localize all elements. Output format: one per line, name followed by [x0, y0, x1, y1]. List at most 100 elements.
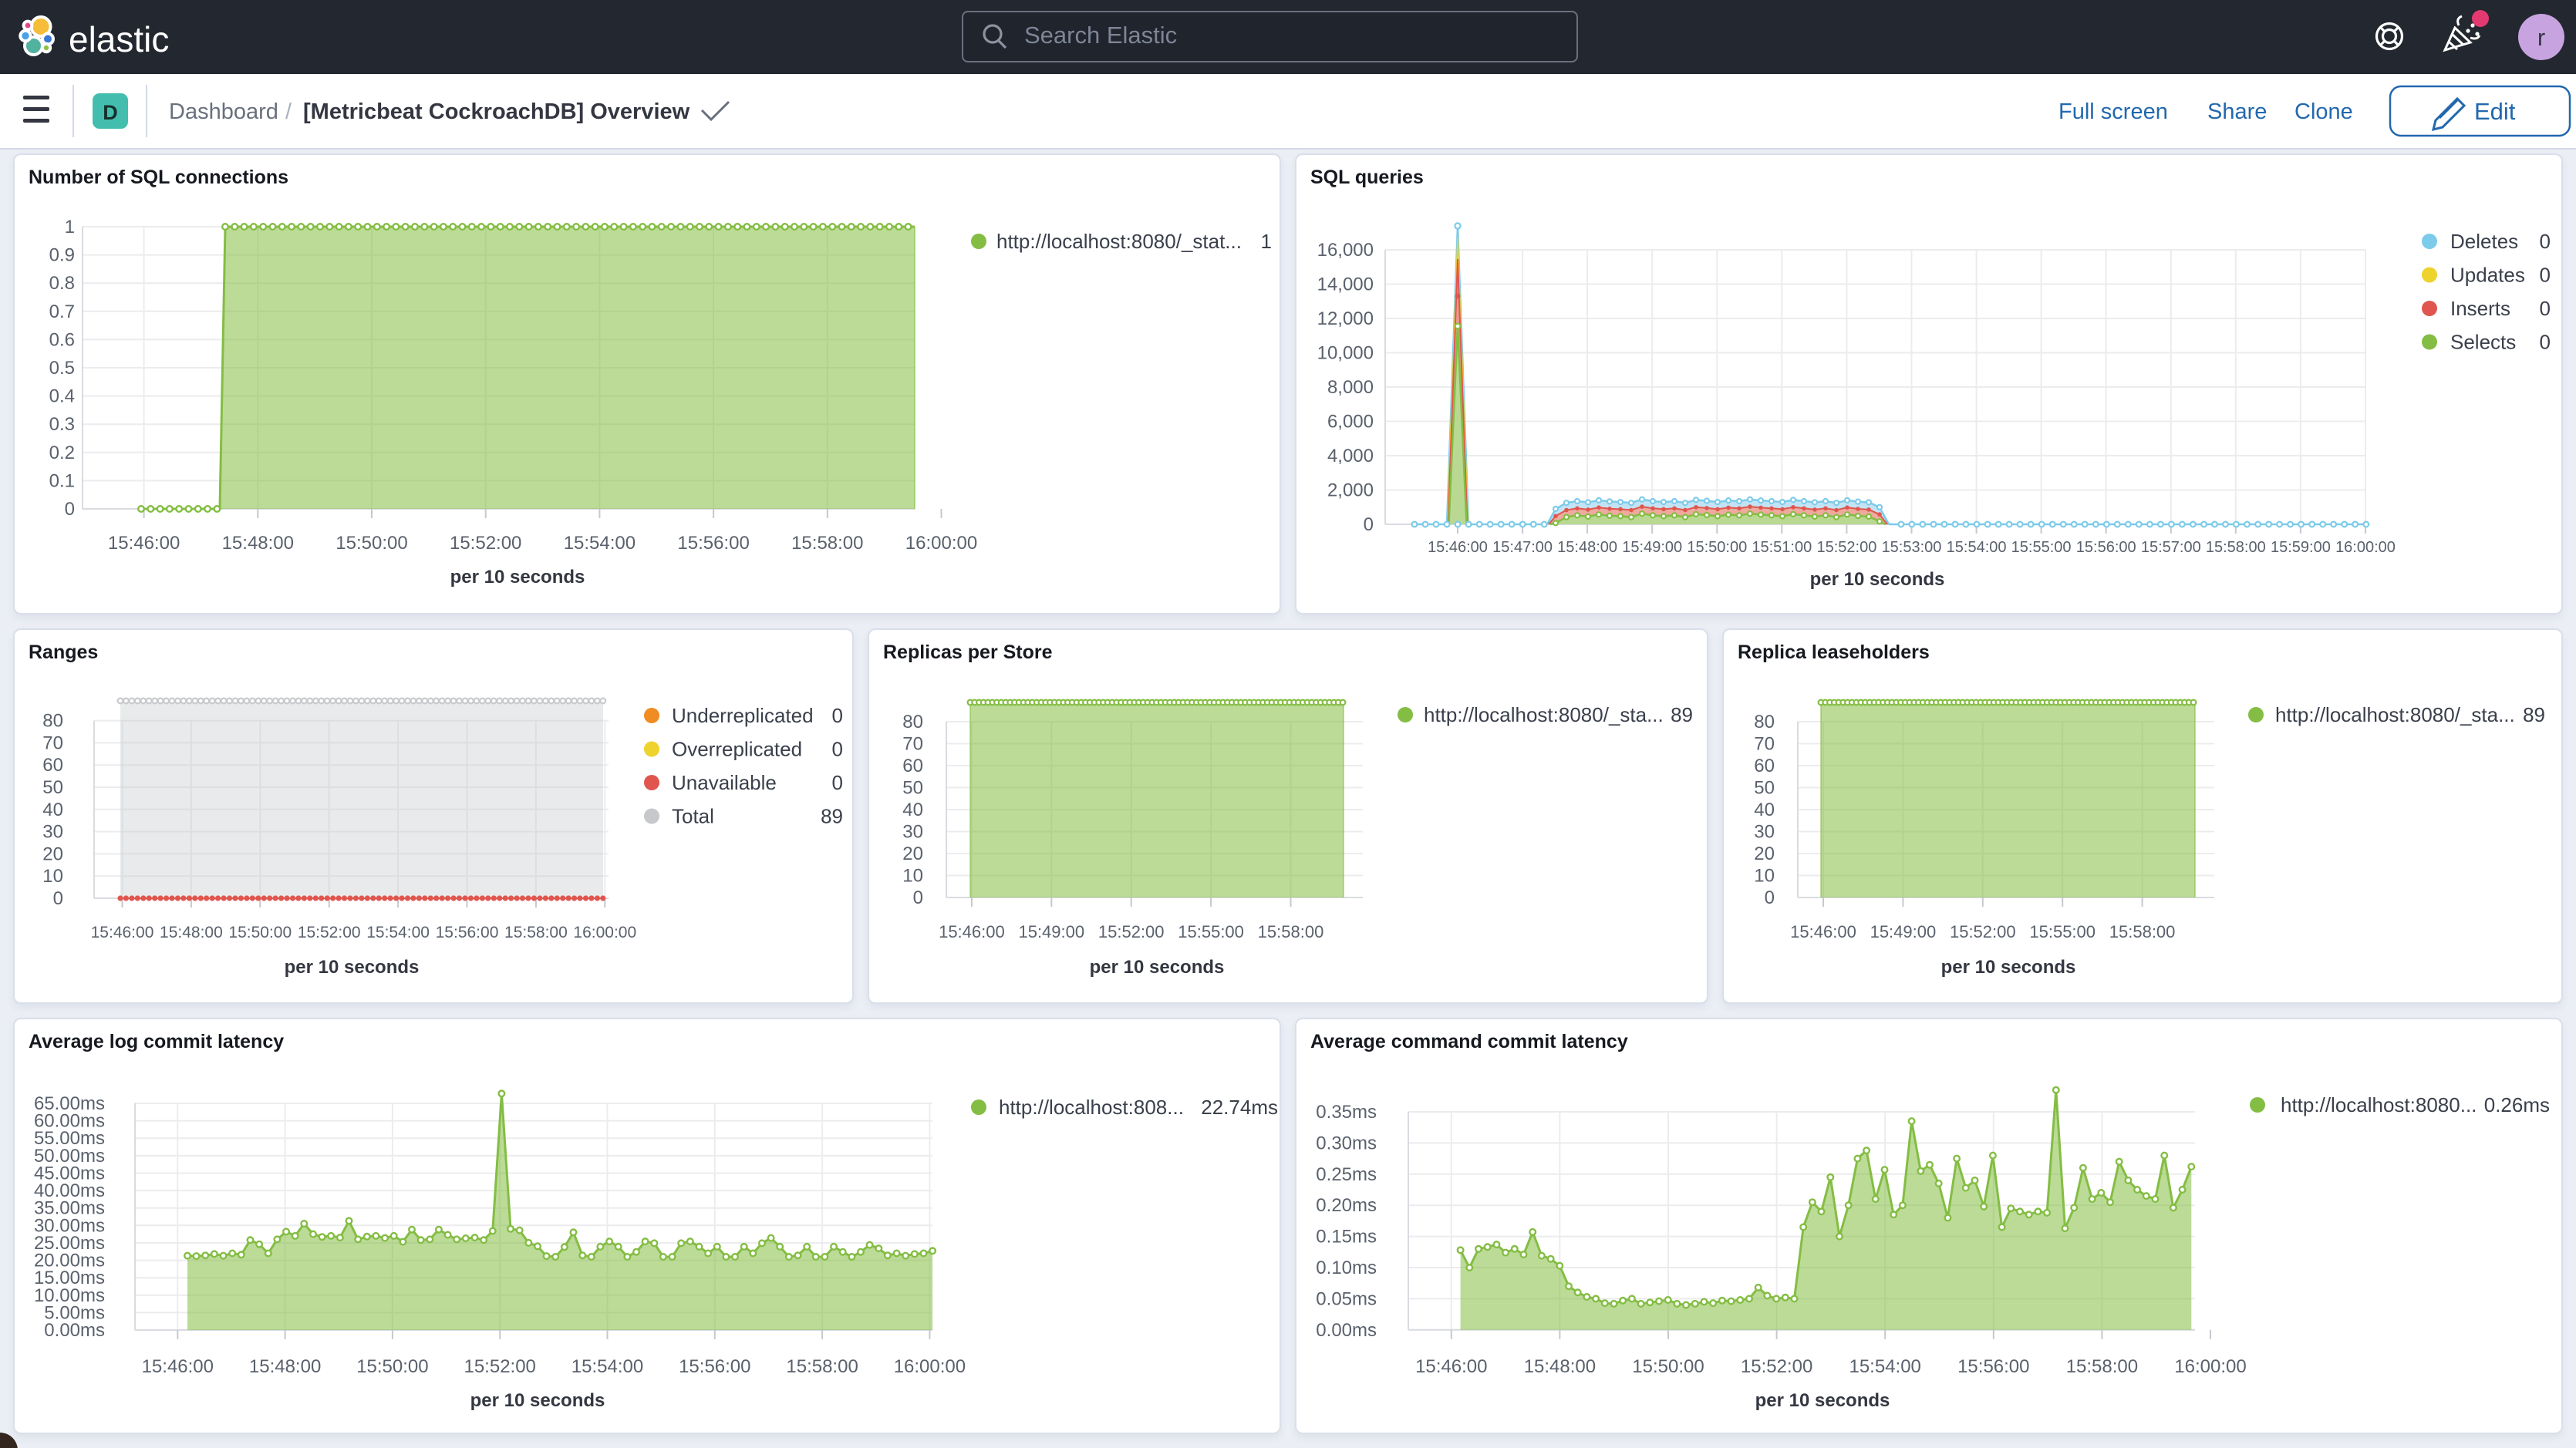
svg-text:15:52:00: 15:52:00 — [1741, 1356, 1812, 1377]
svg-text:89: 89 — [1671, 703, 1693, 726]
svg-text:15:52:00: 15:52:00 — [450, 533, 521, 554]
svg-text:30: 30 — [1754, 822, 1775, 843]
svg-text:D: D — [103, 101, 118, 124]
svg-text:0: 0 — [2540, 331, 2551, 354]
svg-text:15:46:00: 15:46:00 — [1790, 922, 1856, 941]
svg-text:0.35ms: 0.35ms — [1316, 1102, 1377, 1123]
svg-text:15:58:00: 15:58:00 — [791, 533, 863, 554]
svg-text:50: 50 — [42, 777, 63, 798]
svg-text:20: 20 — [902, 844, 923, 864]
svg-text:60: 60 — [42, 755, 63, 776]
svg-text:0.5: 0.5 — [49, 358, 75, 379]
svg-text:0: 0 — [2540, 230, 2551, 253]
svg-text:0.20ms: 0.20ms — [1316, 1195, 1377, 1216]
svg-text:4,000: 4,000 — [1327, 446, 1374, 466]
svg-text:0: 0 — [832, 771, 843, 794]
svg-text:15:52:00: 15:52:00 — [1950, 922, 2016, 941]
svg-text:0.00ms: 0.00ms — [44, 1320, 105, 1341]
svg-text:Ranges: Ranges — [29, 641, 98, 663]
svg-text:15:49:00: 15:49:00 — [1622, 539, 1682, 556]
svg-text:20: 20 — [42, 844, 63, 864]
svg-text:Underreplicated: Underreplicated — [672, 704, 814, 727]
svg-text:15:50:00: 15:50:00 — [356, 1356, 428, 1377]
svg-text:15:50:00: 15:50:00 — [1687, 539, 1747, 556]
svg-text:0: 0 — [832, 738, 843, 761]
svg-text:Average command commit latency: Average command commit latency — [1310, 1031, 1628, 1052]
svg-text:0.1: 0.1 — [49, 470, 75, 491]
svg-text:80: 80 — [1754, 712, 1775, 732]
svg-text:89: 89 — [2523, 703, 2545, 726]
svg-text:Search Elastic: Search Elastic — [1024, 22, 1177, 49]
svg-text:0: 0 — [1765, 887, 1775, 908]
svg-text:Deletes: Deletes — [2450, 230, 2518, 253]
svg-text:Clone: Clone — [2294, 99, 2353, 124]
svg-text:Unavailable: Unavailable — [672, 771, 777, 794]
svg-text:10: 10 — [902, 866, 923, 887]
svg-text:8,000: 8,000 — [1327, 377, 1374, 398]
svg-text:SQL queries: SQL queries — [1310, 167, 1424, 188]
svg-text:15:53:00: 15:53:00 — [1882, 539, 1942, 556]
svg-text:Overreplicated: Overreplicated — [672, 738, 802, 761]
svg-text:2,000: 2,000 — [1327, 480, 1374, 501]
svg-text:15:48:00: 15:48:00 — [1524, 1356, 1596, 1377]
svg-text:16:00:00: 16:00:00 — [573, 924, 636, 941]
svg-text:1: 1 — [65, 217, 75, 237]
svg-text:22.74ms: 22.74ms — [1201, 1096, 1278, 1119]
svg-text:15:52:00: 15:52:00 — [298, 924, 361, 941]
svg-text:60: 60 — [902, 756, 923, 776]
svg-text:15:56:00: 15:56:00 — [2076, 539, 2136, 556]
svg-text:Replicas per Store: Replicas per Store — [883, 641, 1053, 663]
svg-text:Number of SQL connections: Number of SQL connections — [29, 167, 288, 188]
svg-text:70: 70 — [42, 732, 63, 753]
svg-text:15:55:00: 15:55:00 — [2011, 539, 2072, 556]
svg-text:15:46:00: 15:46:00 — [108, 533, 180, 554]
svg-text:Selects: Selects — [2450, 331, 2516, 354]
svg-text:15:51:00: 15:51:00 — [1752, 539, 1812, 556]
svg-text:30: 30 — [42, 822, 63, 843]
svg-text:15:55:00: 15:55:00 — [1178, 922, 1244, 941]
svg-text:15:50:00: 15:50:00 — [228, 924, 292, 941]
svg-text:0: 0 — [832, 704, 843, 727]
svg-text:per 10 seconds: per 10 seconds — [285, 957, 420, 978]
svg-text:0.3: 0.3 — [49, 414, 75, 435]
svg-text:15:58:00: 15:58:00 — [2066, 1356, 2138, 1377]
svg-text:15:46:00: 15:46:00 — [1415, 1356, 1487, 1377]
svg-text:per 10 seconds: per 10 seconds — [1810, 569, 1945, 590]
svg-text:15:56:00: 15:56:00 — [679, 1356, 750, 1377]
svg-text:89: 89 — [821, 805, 843, 828]
svg-text:15:56:00: 15:56:00 — [677, 533, 749, 554]
svg-text:14,000: 14,000 — [1317, 274, 1374, 295]
svg-text:http://localhost:8080/_sta...: http://localhost:8080/_sta... — [2275, 703, 2515, 726]
svg-text:15:50:00: 15:50:00 — [1632, 1356, 1704, 1377]
svg-text:1: 1 — [1261, 230, 1272, 253]
svg-text:Dashboard: Dashboard — [169, 99, 278, 124]
svg-text:0.8: 0.8 — [49, 273, 75, 294]
svg-text:15:48:00: 15:48:00 — [160, 924, 223, 941]
svg-text:0: 0 — [53, 888, 63, 909]
svg-text:Full screen: Full screen — [2058, 99, 2168, 124]
svg-text:Share: Share — [2207, 99, 2267, 124]
svg-text:Replica leaseholders: Replica leaseholders — [1738, 641, 1930, 663]
svg-text:15:58:00: 15:58:00 — [2109, 922, 2176, 941]
svg-text:15:46:00: 15:46:00 — [939, 922, 1005, 941]
svg-text:http://localhost:8080...: http://localhost:8080... — [2281, 1093, 2477, 1116]
svg-text:0.00ms: 0.00ms — [1316, 1320, 1377, 1341]
svg-text:15:55:00: 15:55:00 — [2029, 922, 2096, 941]
svg-text:elastic: elastic — [69, 19, 169, 59]
svg-text:12,000: 12,000 — [1317, 308, 1374, 329]
svg-text:15:58:00: 15:58:00 — [786, 1356, 858, 1377]
svg-text:0.4: 0.4 — [49, 386, 75, 407]
svg-text:per 10 seconds: per 10 seconds — [1941, 957, 2076, 978]
svg-text:10,000: 10,000 — [1317, 343, 1374, 364]
svg-text:0.9: 0.9 — [49, 245, 75, 266]
svg-text:Edit: Edit — [2474, 98, 2516, 125]
svg-text:15:58:00: 15:58:00 — [1258, 922, 1324, 941]
svg-text:50: 50 — [1754, 778, 1775, 799]
svg-text:15:58:00: 15:58:00 — [2206, 539, 2266, 556]
svg-text:15:48:00: 15:48:00 — [249, 1356, 321, 1377]
svg-text:/: / — [285, 99, 292, 124]
svg-text:15:47:00: 15:47:00 — [1492, 539, 1553, 556]
svg-text:10: 10 — [1754, 866, 1775, 887]
svg-text:15:48:00: 15:48:00 — [1557, 539, 1617, 556]
svg-text:15:54:00: 15:54:00 — [1947, 539, 2007, 556]
